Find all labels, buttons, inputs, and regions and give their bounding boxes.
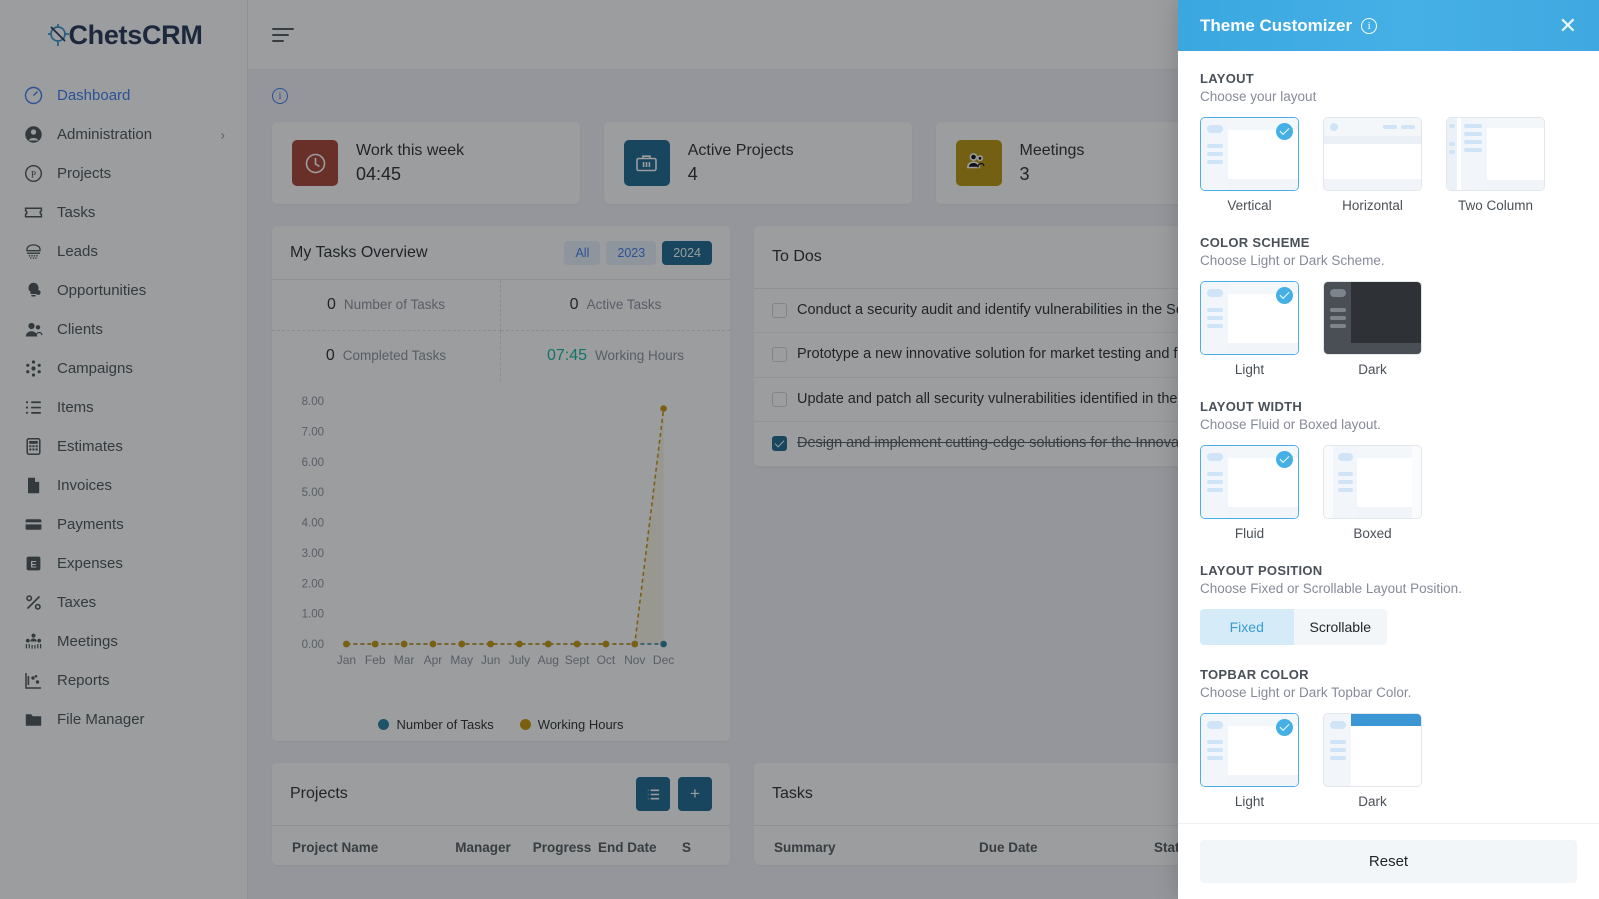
option-label: Light	[1234, 362, 1265, 377]
section-heading: TOPBAR COLOR	[1200, 667, 1309, 682]
theme-preview-topbar-dark[interactable]	[1323, 713, 1422, 787]
check-icon	[1276, 287, 1293, 304]
customizer-header: Theme Customizer i ✕	[1178, 0, 1599, 51]
section-topbar: TOPBAR COLOR Choose Light or Dark Topbar …	[1200, 667, 1577, 809]
section-scheme: COLOR SCHEME Choose Light or Dark Scheme.…	[1200, 235, 1577, 377]
section-subtitle: Choose Light or Dark Topbar Color.	[1200, 685, 1412, 700]
option-label: Fluid	[1234, 526, 1265, 541]
section-subtitle: Choose Light or Dark Scheme.	[1200, 253, 1385, 268]
option-label: Dark	[1358, 794, 1387, 809]
theme-preview-horizontal[interactable]	[1323, 117, 1422, 191]
option-label: Horizontal	[1342, 198, 1403, 213]
option-dark[interactable]: Dark	[1323, 281, 1422, 377]
option-label: Boxed	[1353, 526, 1392, 541]
option-light[interactable]: Light	[1200, 281, 1299, 377]
customizer-footer: Reset	[1178, 823, 1599, 899]
panel-title: Theme Customizer	[1200, 15, 1353, 35]
option-fluid[interactable]: Fluid	[1200, 445, 1299, 541]
section-heading: COLOR SCHEME	[1200, 235, 1310, 250]
theme-preview-dark[interactable]	[1323, 281, 1422, 355]
section-subtitle: Choose Fluid or Boxed layout.	[1200, 417, 1381, 432]
check-icon	[1276, 719, 1293, 736]
reset-button[interactable]: Reset	[1200, 840, 1577, 883]
toggle-option-scrollable[interactable]: Scrollable	[1293, 609, 1387, 645]
toggle-option-fixed[interactable]: Fixed	[1200, 609, 1294, 645]
option-topbar-light[interactable]: Light	[1200, 713, 1299, 809]
option-label: Light	[1234, 794, 1265, 809]
section-subtitle: Choose Fixed or Scrollable Layout Positi…	[1200, 581, 1462, 596]
theme-preview-light[interactable]	[1200, 281, 1299, 355]
section-heading: LAYOUT POSITION	[1200, 563, 1323, 578]
option-two-column[interactable]: Two Column	[1446, 117, 1545, 213]
layout-position-toggle: Fixed Scrollable	[1200, 609, 1387, 645]
close-icon[interactable]: ✕	[1559, 14, 1577, 37]
theme-customizer-panel: Theme Customizer i ✕ LAYOUT Choose your l…	[1178, 0, 1599, 899]
section-heading: LAYOUT	[1200, 71, 1255, 86]
theme-preview-twocolumn[interactable]	[1446, 117, 1545, 191]
theme-preview-fluid[interactable]	[1200, 445, 1299, 519]
theme-preview-boxed[interactable]	[1323, 445, 1422, 519]
section-heading: LAYOUT WIDTH	[1200, 399, 1303, 414]
option-boxed[interactable]: Boxed	[1323, 445, 1422, 541]
section-layout: LAYOUT Choose your layout Vertical Horizont…	[1200, 71, 1577, 213]
section-subtitle: Choose your layout	[1200, 89, 1317, 104]
option-horizontal[interactable]: Horizontal	[1323, 117, 1422, 213]
option-label: Vertical	[1227, 198, 1272, 213]
customizer-body: LAYOUT Choose your layout Vertical Horizont…	[1178, 51, 1599, 823]
check-icon	[1276, 451, 1293, 468]
option-vertical[interactable]: Vertical	[1200, 117, 1299, 213]
info-circle-icon[interactable]: i	[1361, 17, 1378, 34]
option-label: Dark	[1358, 362, 1387, 377]
check-icon	[1276, 123, 1293, 140]
section-position: LAYOUT POSITION Choose Fixed or Scrollabl…	[1200, 563, 1577, 645]
theme-preview-vertical[interactable]	[1200, 117, 1299, 191]
option-label: Two Column	[1457, 198, 1534, 213]
theme-preview-topbar-light[interactable]	[1200, 713, 1299, 787]
section-width: LAYOUT WIDTH Choose Fluid or Boxed layout…	[1200, 399, 1577, 541]
option-topbar-dark[interactable]: Dark	[1323, 713, 1422, 809]
